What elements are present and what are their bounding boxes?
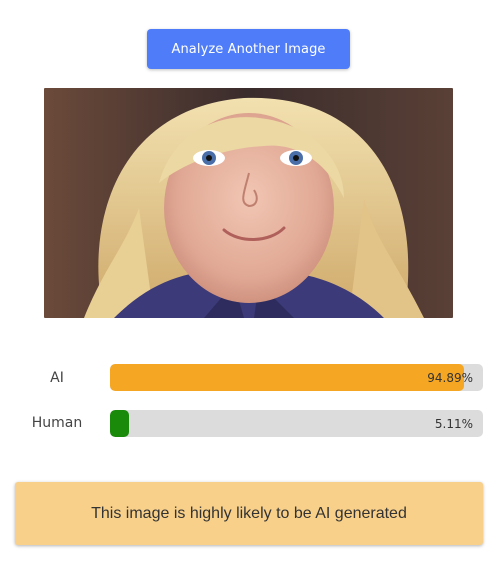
human-score-bar: 5.11% — [110, 410, 483, 437]
human-score-fill — [110, 410, 129, 437]
verdict-banner: This image is highly likely to be AI gen… — [15, 482, 483, 545]
ai-score-bar: 94.89% — [110, 364, 483, 391]
human-score-value: 5.11% — [434, 416, 473, 431]
analyzed-image — [44, 88, 453, 318]
analyze-another-image-button[interactable]: Analyze Another Image — [147, 29, 350, 69]
ai-score-value: 94.89% — [427, 370, 473, 385]
ai-score-fill — [110, 364, 464, 391]
human-label: Human — [31, 415, 83, 431]
ai-label: AI — [50, 370, 64, 386]
detector-page: Analyze Another Image AI 94.89% Human 5.… — [0, 0, 499, 562]
